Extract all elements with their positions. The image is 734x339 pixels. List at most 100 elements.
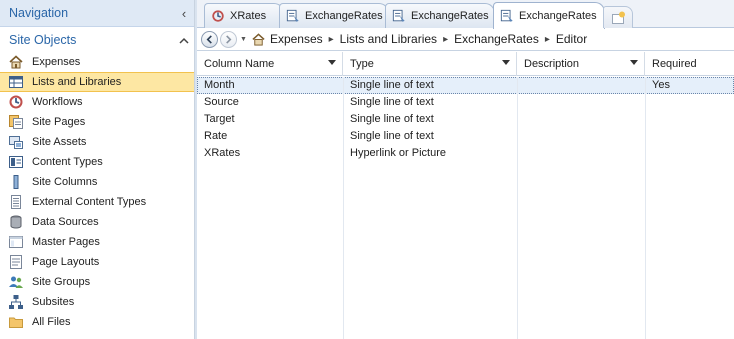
list-form-icon [392,9,405,22]
assets-icon [9,136,23,149]
nav-item-site-columns[interactable]: Site Columns [0,172,194,192]
nav-item-all-files[interactable]: All Files [0,312,194,332]
nav-item-label: Content Types [32,156,103,168]
cell-description[interactable] [517,111,645,128]
cell-column-name[interactable]: Month [197,77,343,94]
folder-icon [9,317,23,328]
cell-description[interactable] [517,128,645,145]
cell-description[interactable] [517,77,645,94]
breadcrumb-separator-icon: ▸ [443,33,449,45]
filter-dropdown-icon[interactable] [630,60,638,65]
column-icon [13,175,19,189]
breadcrumb-editor[interactable]: Editor [556,32,587,46]
columns-grid: Column Name Type Description Required Mo… [197,52,734,339]
nav-item-label: Site Groups [32,276,91,288]
content-types-icon [9,156,23,168]
site-objects-header[interactable]: Site Objects [0,27,194,52]
breadcrumb-expenses[interactable]: Expenses [270,32,323,46]
navigation-pane: Navigation ‹ Site Objects Expenses Lists… [0,0,194,339]
workflow-icon [212,10,224,22]
column-divider [517,77,518,339]
breadcrumb-exchangerates[interactable]: ExchangeRates [454,32,539,46]
cell-required[interactable] [645,145,734,162]
home-icon [9,55,23,69]
table-row[interactable]: Rate Single line of text [197,128,734,145]
cell-type[interactable]: Single line of text [343,94,517,111]
pages-icon [9,115,23,129]
tab-label: ExchangeRates [305,10,383,22]
cell-type[interactable]: Single line of text [343,77,517,94]
grid-header-row: Column Name Type Description Required [197,52,734,76]
tab-label: ExchangeRates [411,10,489,22]
table-row[interactable]: Target Single line of text [197,111,734,128]
collapse-navigation-icon[interactable]: ‹ [174,6,194,21]
cell-type[interactable]: Single line of text [343,128,517,145]
grid-body: Month Single line of text Yes Source Sin… [197,77,734,339]
cell-column-name[interactable]: Target [197,111,343,128]
nav-item-data-sources[interactable]: Data Sources [0,212,194,232]
cell-description[interactable] [517,94,645,111]
list-icon [9,76,23,88]
cell-column-name[interactable]: Rate [197,128,343,145]
nav-item-label: Subsites [32,296,75,308]
nav-item-master-pages[interactable]: Master Pages [0,232,194,252]
column-header-label: Column Name [204,58,275,70]
tab-bar: XRates ExchangeRates ExchangeRates Excha… [197,0,734,29]
cell-required[interactable]: Yes [645,77,734,94]
tab-exchangerates-active[interactable]: ExchangeRates [493,2,605,29]
nav-item-label: All Files [32,316,71,328]
history-dropdown-icon[interactable]: ▼ [240,36,247,43]
navigation-header: Navigation ‹ [0,0,194,27]
table-row[interactable]: XRates Hyperlink or Picture [197,145,734,162]
nav-item-site-assets[interactable]: Site Assets [0,132,194,152]
nav-item-expenses[interactable]: Expenses [0,52,194,72]
breadcrumb-lists-and-libraries[interactable]: Lists and Libraries [340,32,437,46]
cell-required[interactable] [645,128,734,145]
cell-column-name[interactable]: Source [197,94,343,111]
nav-item-workflows[interactable]: Workflows [0,92,194,112]
forward-button[interactable] [220,30,237,48]
column-header-column-name[interactable]: Column Name [197,52,343,76]
column-divider [343,77,344,339]
master-page-icon [9,236,23,248]
table-row[interactable]: Source Single line of text [197,94,734,111]
nav-item-external-content-types[interactable]: External Content Types [0,192,194,212]
nav-item-subsites[interactable]: Subsites [0,292,194,312]
cell-required[interactable] [645,94,734,111]
breadcrumb: ▼ Expenses ▸ Lists and Libraries ▸ Excha… [197,28,734,51]
tab-exchangerates-2[interactable]: ExchangeRates [385,3,495,28]
nav-item-content-types[interactable]: Content Types [0,152,194,172]
cell-description[interactable] [517,145,645,162]
tab-exchangerates-1[interactable]: ExchangeRates [279,3,389,28]
database-icon [10,215,22,229]
column-header-required[interactable]: Required [645,52,734,76]
nav-item-site-pages[interactable]: Site Pages [0,112,194,132]
column-divider [645,77,646,339]
nav-item-label: Lists and Libraries [32,76,122,88]
nav-item-page-layouts[interactable]: Page Layouts [0,252,194,272]
table-row[interactable]: Month Single line of text Yes [197,77,734,94]
column-header-description[interactable]: Description [517,52,645,76]
nav-item-lists-and-libraries[interactable]: Lists and Libraries [0,72,194,92]
nav-item-label: Page Layouts [32,256,100,268]
page-layout-icon [10,255,22,269]
back-button[interactable] [201,30,218,48]
filter-dropdown-icon[interactable] [328,60,336,65]
new-tab-button[interactable] [603,6,633,28]
tab-label: XRates [230,10,267,22]
cell-required[interactable] [645,111,734,128]
tab-xrates[interactable]: XRates [204,3,284,28]
cell-type[interactable]: Single line of text [343,111,517,128]
cell-column-name[interactable]: XRates [197,145,343,162]
column-header-type[interactable]: Type [343,52,517,76]
list-form-icon [286,9,299,22]
editor-pane: XRates ExchangeRates ExchangeRates Excha… [197,0,734,339]
nav-item-label: Workflows [32,96,83,108]
site-objects-title: Site Objects [9,32,77,47]
home-icon[interactable] [251,32,266,46]
collapse-section-icon[interactable] [174,33,194,47]
nav-item-site-groups[interactable]: Site Groups [0,272,194,292]
site-objects-list: Expenses Lists and Libraries Workflows S… [0,52,194,332]
cell-type[interactable]: Hyperlink or Picture [343,145,517,162]
filter-dropdown-icon[interactable] [502,60,510,65]
